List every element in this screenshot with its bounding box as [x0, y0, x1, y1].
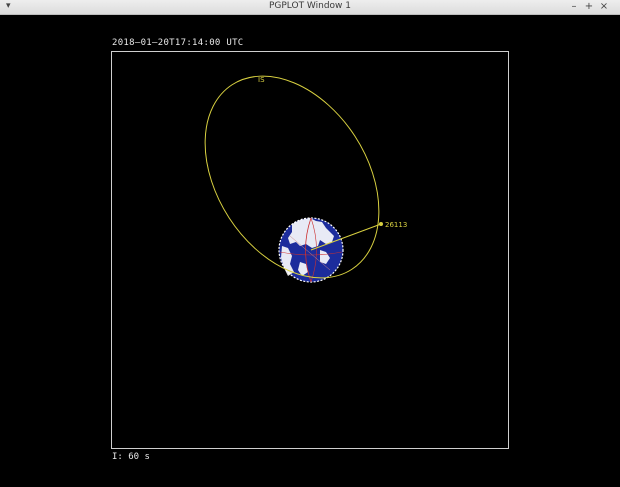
apogee-label: IS [258, 76, 265, 84]
speed-label: I: 60 s [112, 452, 150, 462]
satellite-marker [379, 222, 383, 226]
satellite-id-label: 26113 [385, 221, 407, 229]
orbit-plot: 26113 IS [204, 75, 407, 283]
